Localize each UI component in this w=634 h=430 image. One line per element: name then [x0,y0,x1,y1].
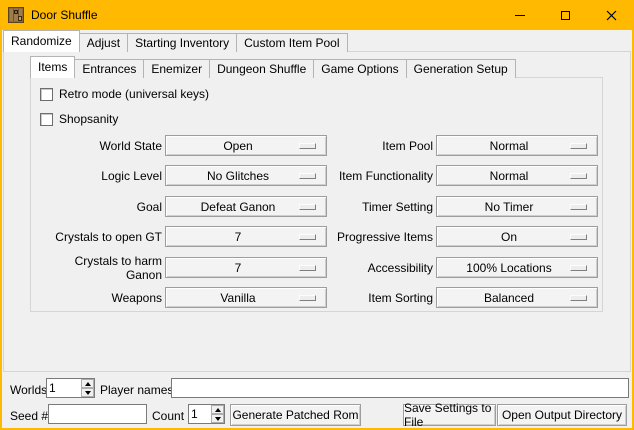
tab-entrances[interactable]: Entrances [74,59,144,78]
count-spin-down-button[interactable] [211,414,224,423]
tab-enemizer[interactable]: Enemizer [143,59,210,78]
timer-setting-label: Timer Setting [332,200,433,214]
crystals-gt-dropdown[interactable]: 7 [165,226,327,247]
tab-generation-setup[interactable]: Generation Setup [406,59,516,78]
checkbox-icon[interactable] [40,113,53,126]
shopsanity-checkbox[interactable]: Shopsanity [40,112,118,126]
goal-value: Defeat Ganon [201,200,276,214]
minimize-icon [515,15,525,16]
item-pool-label: Item Pool [332,139,433,153]
crystals-ganon-dropdown[interactable]: 7 [165,257,327,278]
progressive-items-value: On [501,230,517,244]
progressive-items-dropdown[interactable]: On [436,226,598,247]
door-shuffle-window: Door Shuffle Randomize Adjust Starting I… [0,0,634,430]
dropdown-indicator-icon [570,173,587,179]
dropdown-indicator-icon [299,173,316,179]
window-title: Door Shuffle [31,0,98,30]
seed-input[interactable] [48,404,147,424]
item-pool-value: Normal [490,139,529,153]
progressive-items-label: Progressive Items [332,230,433,244]
tab-game-options[interactable]: Game Options [313,59,406,78]
arrow-up-icon [215,408,221,412]
title-bar[interactable]: Door Shuffle [0,0,634,30]
logic-level-value: No Glitches [207,169,269,183]
dropdown-indicator-icon [570,295,587,301]
arrow-down-icon [85,391,91,395]
shopsanity-label: Shopsanity [59,112,118,126]
item-pool-dropdown[interactable]: Normal [436,135,598,156]
worlds-spin-up-button[interactable] [81,379,94,388]
logic-level-label: Logic Level [37,169,162,183]
dropdown-indicator-icon [299,234,316,240]
tab-custom-item-pool[interactable]: Custom Item Pool [236,33,347,52]
accessibility-dropdown[interactable]: 100% Locations [436,257,598,278]
main-tab-bar: Randomize Adjust Starting Inventory Cust… [3,30,347,52]
accessibility-value: 100% Locations [466,261,551,275]
logic-level-dropdown[interactable]: No Glitches [165,165,327,186]
weapons-value: Vanilla [220,291,255,305]
crystals-ganon-value: 7 [235,261,242,275]
worlds-label: Worlds [10,380,47,400]
goal-label: Goal [37,200,162,214]
dropdown-indicator-icon [570,265,587,271]
dropdown-indicator-icon [299,265,316,271]
tab-adjust[interactable]: Adjust [79,33,128,52]
crystals-ganon-label: Crystals to harm Ganon [37,254,162,282]
item-sorting-dropdown[interactable]: Balanced [436,287,598,308]
dropdown-indicator-icon [570,234,587,240]
dropdown-indicator-icon [570,204,587,210]
maximize-button[interactable] [543,0,588,30]
weapons-label: Weapons [37,291,162,305]
dropdown-indicator-icon [299,143,316,149]
tab-starting-inventory[interactable]: Starting Inventory [127,33,237,52]
count-spinbox[interactable] [188,404,225,424]
worlds-spin-down-button[interactable] [81,388,94,397]
tab-randomize[interactable]: Randomize [3,30,80,52]
open-output-directory-button[interactable]: Open Output Directory [497,404,627,426]
retro-mode-label: Retro mode (universal keys) [59,87,209,101]
count-spin-up-button[interactable] [211,405,224,414]
dropdown-indicator-icon [570,143,587,149]
crystals-gt-label: Crystals to open GT [37,230,162,244]
arrow-down-icon [215,417,221,421]
dropdown-indicator-icon [299,295,316,301]
dropdown-indicator-icon [299,204,316,210]
count-input[interactable] [189,405,211,423]
item-sorting-value: Balanced [484,291,534,305]
worlds-spinbox[interactable] [46,378,95,398]
checkbox-icon[interactable] [40,88,53,101]
timer-setting-dropdown[interactable]: No Timer [436,196,598,217]
item-sorting-label: Item Sorting [332,291,433,305]
goal-dropdown[interactable]: Defeat Ganon [165,196,327,217]
item-functionality-label: Item Functionality [332,169,433,183]
arrow-up-icon [85,382,91,386]
player-names-input[interactable] [171,378,629,398]
weapons-dropdown[interactable]: Vanilla [165,287,327,308]
world-state-value: Open [223,139,252,153]
save-settings-button[interactable]: Save Settings to File [403,404,496,426]
retro-mode-checkbox[interactable]: Retro mode (universal keys) [40,87,209,101]
seed-label: Seed # [10,406,48,426]
player-names-label: Player names [100,380,173,400]
count-label: Count [152,406,184,426]
world-state-label: World State [37,139,162,153]
world-state-dropdown[interactable]: Open [165,135,327,156]
app-door-icon [8,7,24,23]
tab-dungeon-shuffle[interactable]: Dungeon Shuffle [209,59,314,78]
close-icon [606,10,617,21]
minimize-button[interactable] [497,0,542,30]
sub-tab-bar: Items Entrances Enemizer Dungeon Shuffle… [30,55,515,78]
accessibility-label: Accessibility [332,261,433,275]
worlds-input[interactable] [47,379,81,397]
tab-items[interactable]: Items [30,56,75,78]
generate-patched-rom-button[interactable]: Generate Patched Rom [230,404,361,426]
timer-setting-value: No Timer [485,200,534,214]
crystals-gt-value: 7 [235,230,242,244]
item-functionality-dropdown[interactable]: Normal [436,165,598,186]
close-button[interactable] [589,0,634,30]
maximize-icon [561,11,570,20]
item-functionality-value: Normal [490,169,529,183]
